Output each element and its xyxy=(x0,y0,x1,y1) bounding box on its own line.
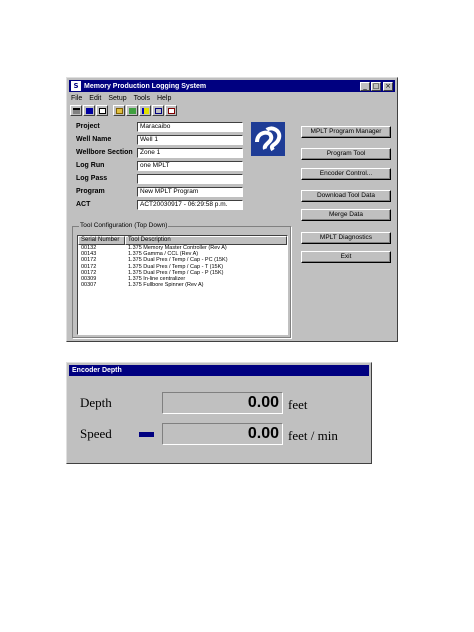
act-field[interactable]: ACT20030917 - 06:29:58 p.m. xyxy=(137,200,243,210)
maximize-button[interactable]: □ xyxy=(371,81,381,91)
encoder-depth-window: Encoder Depth Depth 0.00 feet Speed 0.00… xyxy=(66,362,372,464)
download-tool-data-button[interactable]: Download Tool Data xyxy=(301,190,391,202)
encoder-window-title: Encoder Depth xyxy=(72,367,122,374)
project-label: Project xyxy=(76,123,100,130)
log-pass-label: Log Pass xyxy=(76,175,108,182)
diagnostics-button[interactable]: MPLT Diagnostics xyxy=(301,232,391,244)
serial-number-cell: 00307 xyxy=(81,282,97,289)
close-button[interactable]: × xyxy=(383,81,393,91)
chart-icon[interactable] xyxy=(139,105,151,116)
report-icon[interactable] xyxy=(165,105,177,116)
depth-label: Depth xyxy=(80,395,112,410)
speed-value: 0.00 xyxy=(162,423,283,445)
tool-configuration-table[interactable]: Serial Number Tool Description 00132 1.3… xyxy=(77,235,288,335)
menu-setup[interactable]: Setup xyxy=(108,95,126,102)
open-icon[interactable] xyxy=(70,105,82,116)
encoder-control-button[interactable]: Encoder Control... xyxy=(301,168,391,180)
speed-unit: feet / min xyxy=(288,428,338,443)
exit-button[interactable]: Exit xyxy=(301,251,391,263)
log-pass-field[interactable] xyxy=(137,174,243,184)
menu-bar: File Edit Setup Tools Help xyxy=(71,93,171,103)
table-row[interactable]: 00307 1.375 Fullbore Spinner (Rev A) xyxy=(78,282,287,288)
toolbar xyxy=(70,104,178,117)
main-title-bar[interactable]: S Memory Production Logging System _ □ × xyxy=(69,80,395,92)
well-name-label: Well Name xyxy=(76,136,112,143)
direction-indicator xyxy=(139,432,154,437)
program-manager-button[interactable]: MPLT Program Manager xyxy=(301,126,391,138)
company-logo-icon xyxy=(255,126,282,152)
tools-icon[interactable] xyxy=(126,105,138,116)
speed-label: Speed xyxy=(80,426,112,441)
project-field[interactable]: Maracaibo xyxy=(137,122,243,132)
menu-file[interactable]: File xyxy=(71,95,82,102)
table-header: Serial Number Tool Description xyxy=(78,236,287,245)
encoder-title-bar[interactable]: Encoder Depth xyxy=(69,365,369,376)
menu-edit[interactable]: Edit xyxy=(89,95,101,102)
tool-description-header[interactable]: Tool Description xyxy=(125,236,287,245)
tool-configuration-title: Tool Configuration (Top Down) xyxy=(79,222,169,229)
program-label: Program xyxy=(76,188,105,195)
main-window: S Memory Production Logging System _ □ ×… xyxy=(66,77,398,342)
save-icon[interactable] xyxy=(83,105,95,116)
depth-value: 0.00 xyxy=(162,392,283,414)
program-field[interactable]: New MPLT Program xyxy=(137,187,243,197)
settings-icon[interactable] xyxy=(152,105,164,116)
log-run-field[interactable]: one MPLT xyxy=(137,161,243,171)
app-logo-icon: S xyxy=(71,81,81,91)
tool-description-cell: 1.375 Fullbore Spinner (Rev A) xyxy=(128,282,204,289)
main-window-title: Memory Production Logging System xyxy=(84,82,207,90)
serial-number-header[interactable]: Serial Number xyxy=(78,236,125,245)
minimize-button[interactable]: _ xyxy=(360,81,370,91)
log-run-label: Log Run xyxy=(76,162,105,169)
menu-help[interactable]: Help xyxy=(157,95,171,102)
wellbore-section-label: Wellbore Section xyxy=(76,149,133,156)
folder-icon[interactable] xyxy=(113,105,125,116)
menu-tools[interactable]: Tools xyxy=(134,95,150,102)
merge-data-button[interactable]: Merge Data xyxy=(301,209,391,221)
act-label: ACT xyxy=(76,201,91,208)
company-logo xyxy=(251,122,285,156)
depth-unit: feet xyxy=(288,397,308,412)
print-icon[interactable] xyxy=(96,105,108,116)
wellbore-section-field[interactable]: Zone 1 xyxy=(137,148,243,158)
well-name-field[interactable]: Well 1 xyxy=(137,135,243,145)
program-tool-button[interactable]: Program Tool xyxy=(301,148,391,160)
tool-configuration-group: Tool Configuration (Top Down) Serial Num… xyxy=(72,222,291,338)
